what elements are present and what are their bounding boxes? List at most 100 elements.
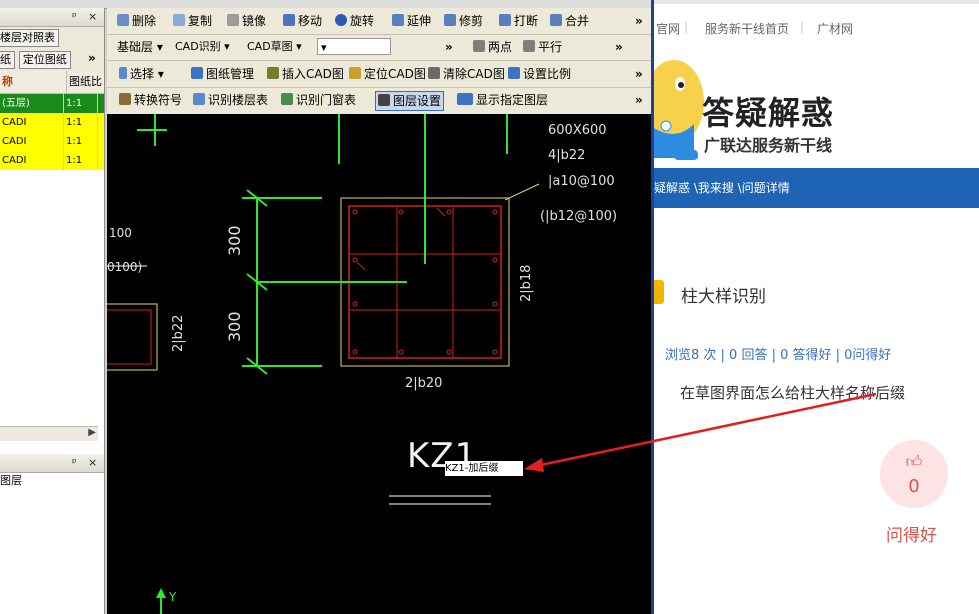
cad-icon bbox=[457, 93, 473, 105]
recognize-door-button[interactable]: 识别门窗表 bbox=[281, 91, 356, 109]
locate-cad-button[interactable]: 定位CAD图 bbox=[349, 65, 426, 83]
rotate-button[interactable]: 旋转 bbox=[335, 12, 374, 30]
delete-icon bbox=[117, 14, 129, 26]
copy-label: 复制 bbox=[188, 14, 213, 28]
more-icon[interactable]: » bbox=[88, 51, 96, 65]
component-type-dropdown[interactable]: ▾ bbox=[317, 38, 391, 55]
toolbar2-more-left[interactable]: » bbox=[445, 38, 453, 56]
select-label: 选择 bbox=[130, 67, 155, 81]
trim-button[interactable]: 修剪 bbox=[444, 12, 483, 30]
tab-floor-map[interactable]: 楼层对照表 bbox=[0, 29, 59, 47]
convert-symbol-icon bbox=[119, 93, 131, 105]
delete-label: 删除 bbox=[132, 14, 157, 28]
floor-selector[interactable]: 基础层 ▾ bbox=[117, 38, 163, 56]
side-label-left-text: 2|b22 bbox=[171, 314, 186, 352]
toolbar4-more[interactable]: » bbox=[635, 91, 643, 109]
bottom-rebar-label: 2|b20 bbox=[405, 376, 443, 391]
merge-button[interactable]: 合并 bbox=[550, 12, 589, 30]
convert-symbol-button[interactable]: 转换符号 bbox=[119, 91, 182, 109]
lower-panel-header: ᵖ × bbox=[0, 454, 104, 473]
toolbar-layer: 基础层 ▾ CAD识别 ▾ CAD草图 ▾ ▾ » 两点 平行 » bbox=[107, 34, 652, 61]
drawing-mgmt-icon bbox=[191, 67, 203, 79]
cell-name: (五层) bbox=[0, 94, 64, 113]
parallel-button[interactable]: 平行 bbox=[523, 38, 562, 56]
cell-scale: 1:1 bbox=[64, 113, 98, 132]
move-button[interactable]: 移动 bbox=[283, 12, 322, 30]
cad-drawing bbox=[107, 114, 540, 614]
close-icon[interactable]: × bbox=[88, 456, 97, 469]
two-points-label: 两点 bbox=[488, 40, 513, 54]
tab-drawing[interactable]: 纸 bbox=[0, 51, 15, 69]
pointer-icon bbox=[119, 67, 127, 79]
table-row[interactable]: CADI 1:1 bbox=[0, 113, 104, 132]
delete-button[interactable]: 删除 bbox=[117, 12, 156, 30]
tab-locate-drawing[interactable]: 定位图纸 bbox=[18, 51, 71, 69]
convert-symbol-label: 转换符号 bbox=[134, 93, 183, 107]
extend-label: 延伸 bbox=[407, 14, 432, 28]
select-button[interactable]: 选择 ▾ bbox=[119, 65, 164, 83]
toolbar2-more[interactable]: » bbox=[615, 38, 623, 56]
toolbar1-more[interactable]: » bbox=[635, 12, 643, 30]
floor-selector-value: 基础层 bbox=[117, 40, 154, 54]
set-scale-label: 设置比例 bbox=[523, 67, 572, 81]
drawing-mgmt-button[interactable]: 图纸管理 bbox=[191, 65, 254, 83]
break-label: 打断 bbox=[514, 14, 539, 28]
cell-scale: 1:1 bbox=[64, 132, 98, 151]
mirror-button[interactable]: 镜像 bbox=[227, 12, 266, 30]
nav-link-official[interactable]: 官网 bbox=[656, 20, 680, 37]
copy-button[interactable]: 复制 bbox=[173, 12, 212, 30]
table-row[interactable]: CADI 1:1 bbox=[0, 151, 104, 170]
cad-application: ᵖ × 楼层对照表 纸 定位图纸 » 称 图纸比 (五层) 1:1 CADI 1:1 C… bbox=[0, 0, 652, 614]
left-column-stirrup bbox=[107, 309, 152, 365]
question-title: 柱大样识别 bbox=[681, 287, 766, 307]
left-spacing-label: 0100) bbox=[107, 260, 143, 274]
two-points-icon bbox=[473, 40, 485, 52]
mirror-label: 镜像 bbox=[242, 14, 267, 28]
insert-cad-label: 插入CAD图 bbox=[282, 67, 344, 81]
pin-icon[interactable]: ᵖ bbox=[72, 456, 77, 469]
breadcrumb-bar: 疑解惑 \我来搜 \问题详情 bbox=[654, 168, 979, 208]
breadcrumb[interactable]: 疑解惑 \我来搜 \问题详情 bbox=[654, 181, 790, 195]
copy-icon bbox=[173, 14, 185, 26]
rename-input[interactable]: KZ1-加后缀 bbox=[445, 461, 523, 476]
drawing-canvas[interactable]: 600X600 4|b22 |a10@100 (|b12@100) 100 01… bbox=[107, 114, 652, 614]
mascot-logo bbox=[654, 60, 704, 160]
recognize-door-icon bbox=[281, 93, 293, 105]
show-layer-button[interactable]: 显示指定图层 bbox=[457, 91, 548, 109]
rebar-label: 4|b22 bbox=[548, 148, 586, 163]
locate-cad-icon bbox=[349, 67, 361, 79]
insert-cad-button[interactable]: 插入CAD图 bbox=[267, 65, 344, 83]
toolbar-edit: 删除 复制 镜像 移动 旋转 延伸 修剪 打断 合并 » bbox=[107, 8, 652, 35]
nav-sep: | bbox=[800, 20, 805, 34]
set-scale-button[interactable]: 设置比例 bbox=[508, 65, 571, 83]
like-label[interactable]: 问得好 bbox=[886, 521, 937, 546]
move-icon bbox=[283, 14, 295, 26]
like-button[interactable]: 👍︎ 0 bbox=[880, 440, 948, 508]
cell-name: CADI bbox=[0, 113, 64, 132]
break-button[interactable]: 打断 bbox=[499, 12, 538, 30]
cell-scale: 1:1 bbox=[64, 151, 98, 170]
dim-300-bottom-text: 300 bbox=[225, 311, 244, 342]
clear-cad-button[interactable]: 清除CAD图 bbox=[428, 65, 505, 83]
table-row[interactable]: (五层) 1:1 bbox=[0, 94, 104, 113]
cad-recognize-selector[interactable]: CAD识别 ▾ bbox=[175, 38, 230, 56]
recognize-floor-button[interactable]: 识别楼层表 bbox=[193, 91, 268, 109]
toolbar-recognize: 转换符号 识别楼层表 识别门窗表 图层设置 显示指定图层 » bbox=[107, 87, 652, 113]
scroll-right-icon[interactable]: ▶ bbox=[88, 427, 96, 438]
merge-label: 合并 bbox=[565, 14, 590, 28]
pin-icon[interactable]: ᵖ bbox=[72, 10, 77, 23]
panel-tabs-2: 纸 定位图纸 » bbox=[0, 49, 104, 71]
horizontal-scrollbar[interactable]: ▶ bbox=[0, 426, 98, 441]
section-divider bbox=[654, 3, 979, 4]
nav-link-home[interactable]: 服务新干线首页 bbox=[705, 20, 789, 37]
cad-draft-selector[interactable]: CAD草图 ▾ bbox=[247, 38, 302, 56]
nav-link-material[interactable]: 广材网 bbox=[817, 20, 853, 37]
toolbar3-more[interactable]: » bbox=[635, 65, 643, 83]
close-icon[interactable]: × bbox=[88, 10, 97, 23]
left-dim-label: 100 bbox=[109, 226, 132, 240]
layer-tree-item[interactable]: 图层 bbox=[0, 472, 22, 488]
layer-settings-button[interactable]: 图层设置 bbox=[375, 91, 445, 111]
two-points-button[interactable]: 两点 bbox=[473, 38, 512, 56]
table-row[interactable]: CADI 1:1 bbox=[0, 132, 104, 151]
extend-button[interactable]: 延伸 bbox=[392, 12, 431, 30]
